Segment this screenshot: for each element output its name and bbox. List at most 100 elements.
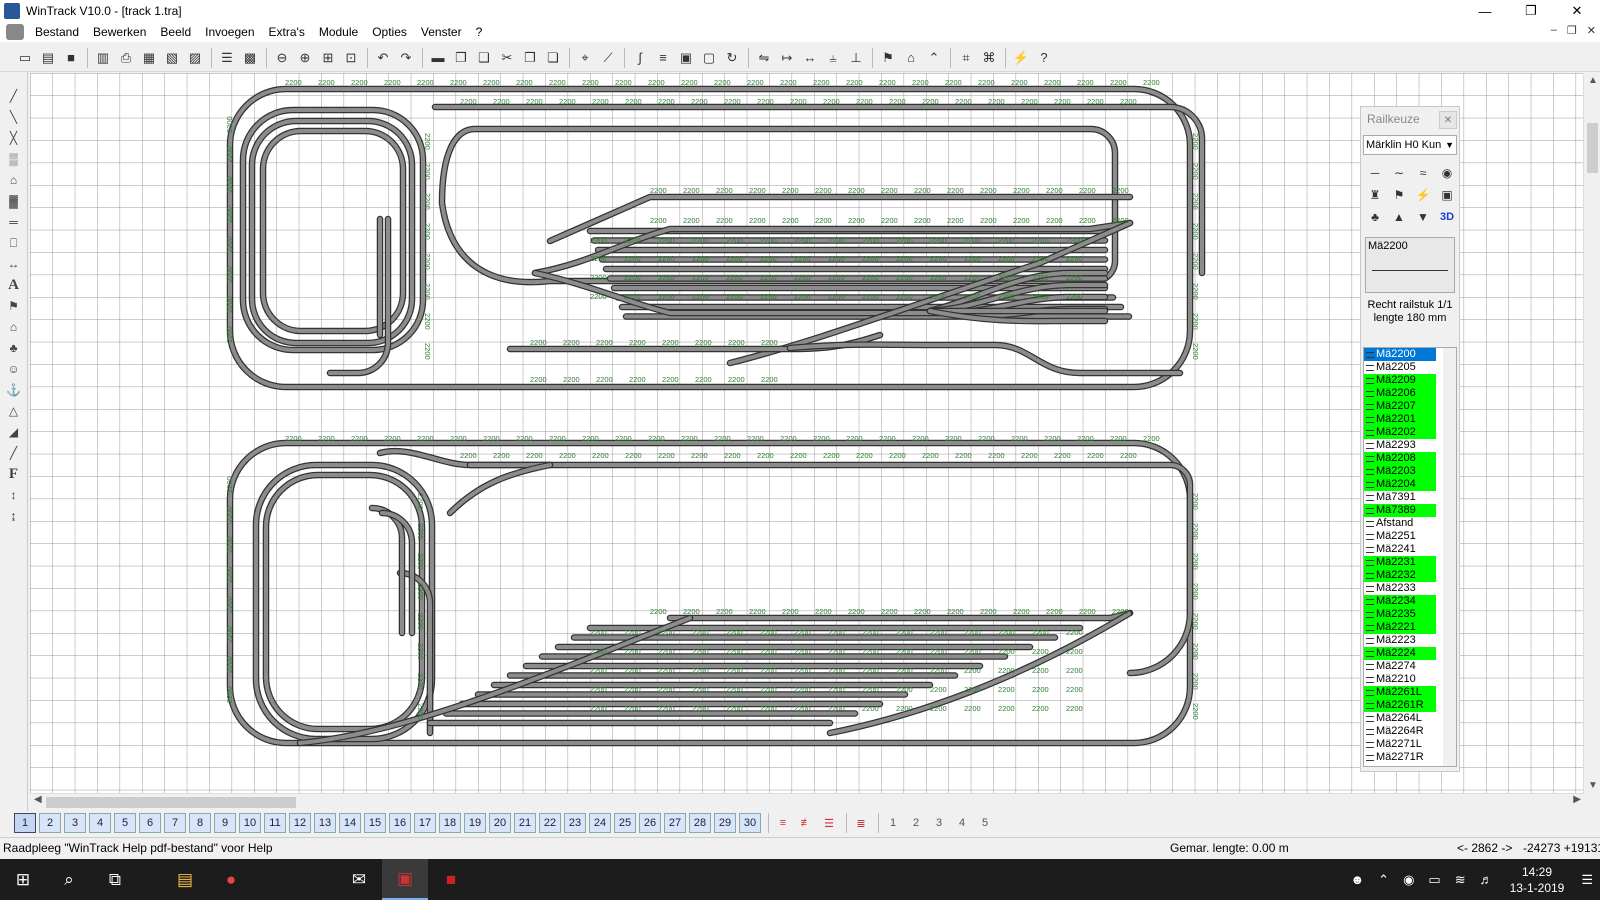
paste-icon[interactable]: ❑	[473, 47, 495, 69]
page-1-icon[interactable]: 1	[883, 814, 903, 832]
layers-hide-icon[interactable]: ≢	[796, 814, 816, 832]
turntable-icon[interactable]: ◉	[1437, 163, 1457, 183]
redo-icon[interactable]: ↷	[395, 47, 417, 69]
layer-7-button[interactable]: 7	[164, 813, 186, 833]
people-icon[interactable]: ☻	[1350, 872, 1364, 887]
page-5-icon[interactable]: 5	[975, 814, 995, 832]
part-list-item[interactable]: Mä2223	[1364, 634, 1436, 647]
mail-icon[interactable]: ✉	[336, 859, 382, 900]
flex-track-3-icon[interactable]: ╳	[3, 128, 25, 148]
rotate-icon[interactable]: ↻	[721, 47, 743, 69]
layers-all-icon[interactable]: ≣	[851, 814, 871, 832]
wifi-icon[interactable]: ≋	[1455, 872, 1466, 888]
app-icon[interactable]: ■	[428, 859, 474, 900]
import-icon[interactable]: ▨	[184, 47, 206, 69]
lower-icon[interactable]: ▼	[1413, 207, 1433, 227]
open-icon[interactable]: ▤	[37, 47, 59, 69]
menu-beeld[interactable]: Beeld	[153, 25, 198, 39]
track-canvas[interactable]: 2200 2200 2200 2200 2200 2200 2200 2200 2200 2200…	[30, 73, 1585, 793]
image-icon[interactable]: ▩	[239, 47, 261, 69]
windows-start-icon[interactable]: ⊞	[0, 859, 46, 900]
antivirus-icon[interactable]: ◉	[1403, 872, 1414, 888]
page-3-icon[interactable]: 3	[929, 814, 949, 832]
zoom-fit-icon[interactable]: ⊡	[340, 47, 362, 69]
layer-9-button[interactable]: 9	[214, 813, 236, 833]
part-list-item[interactable]: Mä2235	[1364, 608, 1436, 621]
horizontal-scroll-thumb[interactable]	[46, 797, 296, 808]
chevron-up-icon[interactable]: ⌃	[1378, 872, 1389, 888]
zoom-window-icon[interactable]: ⊞	[317, 47, 339, 69]
properties-icon[interactable]: ☰	[216, 47, 238, 69]
part-list-item[interactable]: Mä7391	[1364, 491, 1436, 504]
tree-icon[interactable]: ♣	[3, 338, 25, 358]
curved-track-icon[interactable]: ∼	[1389, 163, 1409, 183]
part-list-item[interactable]: Mä2203	[1364, 465, 1436, 478]
menu-bestand[interactable]: Bestand	[28, 25, 86, 39]
layer-10-button[interactable]: 10	[239, 813, 261, 833]
layer-17-button[interactable]: 17	[414, 813, 436, 833]
measure-icon[interactable]: ↦	[776, 47, 798, 69]
layer-5-button[interactable]: 5	[114, 813, 136, 833]
layer-19-button[interactable]: 19	[464, 813, 486, 833]
part-list-item[interactable]: Mä2207	[1364, 400, 1436, 413]
layer-2-button[interactable]: 2	[39, 813, 61, 833]
electric-icon[interactable]: ⚡	[1413, 185, 1433, 205]
part-list-item[interactable]: Mä2271L	[1364, 738, 1436, 751]
scroll-up-arrow-icon[interactable]: ▲	[1588, 75, 1598, 86]
font-icon[interactable]: F	[3, 464, 25, 484]
layer-12-button[interactable]: 12	[289, 813, 311, 833]
part-list-item[interactable]: Mä2202	[1364, 426, 1436, 439]
clock[interactable]: 14:29 13-1-2019	[1510, 864, 1565, 896]
mirror-icon[interactable]: ⇋	[753, 47, 775, 69]
part-list-item[interactable]: Afstand	[1364, 517, 1436, 530]
task-view-icon[interactable]: ⧉	[92, 859, 138, 900]
scroll-right-arrow-icon[interactable]: ▶	[1573, 794, 1581, 805]
page-2-icon[interactable]: 2	[906, 814, 926, 832]
connect-icon[interactable]: ↔	[799, 47, 821, 69]
part-list-item[interactable]: Mä2232	[1364, 569, 1436, 582]
layer-6-button[interactable]: 6	[139, 813, 161, 833]
hill-icon[interactable]: △	[3, 401, 25, 421]
flex-track-icon[interactable]: ╱	[3, 86, 25, 106]
wintrack-icon[interactable]: ▣	[382, 859, 428, 900]
grid-icon[interactable]: ⌗	[955, 47, 977, 69]
join-icon[interactable]: ⊥	[845, 47, 867, 69]
part-list-item[interactable]: Mä2271R	[1364, 751, 1436, 764]
landscape-icon[interactable]: ◢	[3, 422, 25, 442]
menu-help[interactable]: ?	[469, 25, 490, 39]
roof-icon[interactable]: ⌂	[3, 170, 25, 190]
layer-16-button[interactable]: 16	[389, 813, 411, 833]
menu-module[interactable]: Module	[312, 25, 365, 39]
part-list-item[interactable]: Mä2274	[1364, 660, 1436, 673]
part-list-item[interactable]: Mä2251	[1364, 530, 1436, 543]
menu-venster[interactable]: Venster	[414, 25, 469, 39]
unlock-icon[interactable]: ⌃	[923, 47, 945, 69]
chevron-down-icon[interactable]: ▼	[1445, 140, 1454, 150]
layers-edit-icon[interactable]: ☰	[819, 814, 839, 832]
layer-22-button[interactable]: 22	[539, 813, 561, 833]
wall-icon[interactable]: ▒	[3, 149, 25, 169]
road-icon[interactable]: ╱	[3, 443, 25, 463]
part-list-item[interactable]: Mä2208	[1364, 452, 1436, 465]
document-icon[interactable]	[6, 24, 24, 40]
split-icon[interactable]: ⫨	[822, 47, 844, 69]
layer-11-button[interactable]: 11	[264, 813, 286, 833]
lock-icon[interactable]: ⌂	[900, 47, 922, 69]
part-list-item[interactable]: Mä2264L	[1364, 712, 1436, 725]
print-icon[interactable]: ⎙	[115, 47, 137, 69]
view-3d-icon[interactable]: 3D	[1437, 207, 1457, 227]
vertical-scroll-thumb[interactable]	[1587, 123, 1598, 173]
minimize-button[interactable]: —	[1462, 0, 1508, 22]
straight-track-icon[interactable]: ─	[1365, 163, 1385, 183]
part-list-item[interactable]: Mä2221	[1364, 621, 1436, 634]
snap-icon[interactable]: ⌘	[978, 47, 1000, 69]
menu-extras[interactable]: Extra's	[262, 25, 312, 39]
part-list-item[interactable]: Mä2204	[1364, 478, 1436, 491]
signal-icon[interactable]: ⚑	[3, 296, 25, 316]
scroll-down-arrow-icon[interactable]: ▼	[1588, 780, 1598, 791]
tree-icon[interactable]: ♣	[1365, 207, 1385, 227]
part-list-item[interactable]: Mä2205	[1364, 361, 1436, 374]
ballast-icon[interactable]: ▓	[3, 191, 25, 211]
zoom-in-icon[interactable]: ⊕	[294, 47, 316, 69]
part-list-item[interactable]: Mä2234	[1364, 595, 1436, 608]
